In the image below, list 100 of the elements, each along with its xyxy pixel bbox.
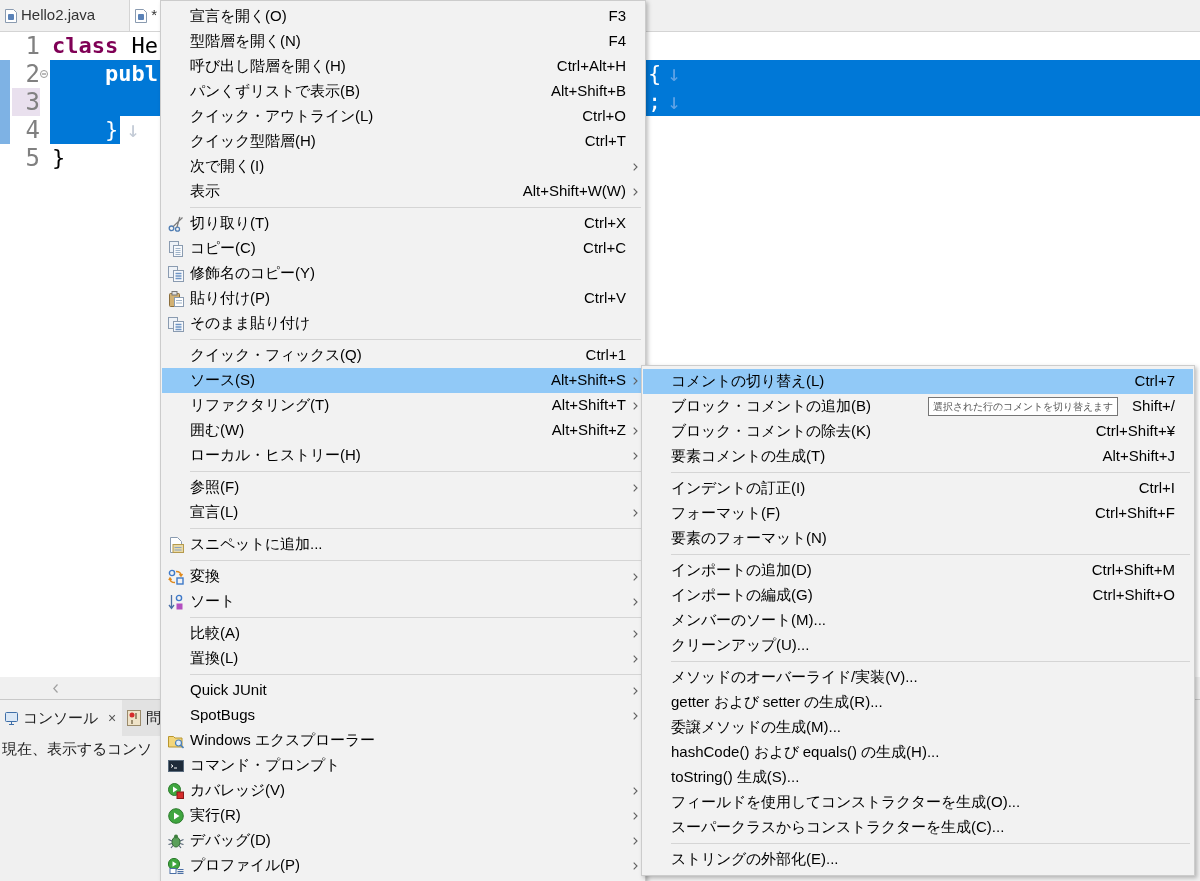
scissors-icon: [168, 215, 184, 232]
menu-item[interactable]: 委譲メソッドの生成(M)...: [643, 715, 841, 740]
shortcut-text: Ctrl+C: [583, 238, 626, 259]
shortcut-text: Ctrl+Shift+O: [1092, 585, 1175, 606]
menu-item[interactable]: 変換: [162, 564, 220, 589]
page-icon: [168, 536, 184, 553]
play-icon: [168, 807, 184, 824]
menu-item[interactable]: クリーンアップ(U)...: [643, 633, 810, 658]
copy-icon: [168, 240, 184, 257]
menu-item[interactable]: 参照(F): [162, 475, 240, 500]
menu-item[interactable]: 呼び出し階層を開く(H): [162, 54, 346, 79]
menu-item[interactable]: 実行(R): [162, 803, 241, 828]
menu-item[interactable]: Quick JUnit: [162, 678, 267, 703]
shortcut-text: Ctrl+1: [585, 345, 626, 366]
menu-item[interactable]: ローカル・ヒストリー(H): [162, 443, 361, 468]
play-list-icon: [168, 857, 184, 874]
code-text: ;: [648, 88, 662, 116]
shortcut-text: Alt+Shift+B: [550, 81, 626, 102]
menu-item[interactable]: ソース(S) Alt+Shift+S: [162, 368, 644, 393]
line-number: 2: [24, 60, 40, 88]
menu-item[interactable]: カバレッジ(V): [162, 778, 285, 803]
menu-item[interactable]: コピー(C): [162, 236, 256, 261]
menu-item[interactable]: 貼り付け(P): [162, 286, 270, 311]
close-button[interactable]: ×: [108, 707, 117, 729]
scroll-left-icon[interactable]: [53, 683, 58, 693]
shortcut-text: Ctrl+Shift+¥: [1095, 421, 1175, 442]
menu-item[interactable]: スーパークラスからコンストラクターを生成(C)...: [643, 815, 1005, 840]
menu-item[interactable]: メンバーのソート(M)...: [643, 608, 826, 633]
menu-item[interactable]: toString() 生成(S)...: [643, 765, 800, 790]
coverage-icon: [168, 782, 184, 799]
menu-item[interactable]: インデントの訂正(I): [643, 476, 806, 501]
menu-item[interactable]: クイック・フィックス(Q): [162, 343, 362, 368]
menu-item[interactable]: デバッグ(D): [162, 828, 271, 853]
menu-item[interactable]: 修飾名のコピー(Y): [162, 261, 315, 286]
menu-item[interactable]: フィールドを使用してコンストラクターを生成(O)...: [643, 790, 1021, 815]
menu-item[interactable]: そのまま貼り付け: [162, 311, 310, 336]
shortcut-text: Alt+Shift+W(W): [522, 181, 626, 202]
menu-item[interactable]: リファクタリング(T): [162, 393, 330, 418]
menu-item[interactable]: getter および setter の生成(R)...: [643, 690, 883, 715]
menu-item[interactable]: ブロック・コメントの除去(K): [643, 419, 871, 444]
menu-item[interactable]: ソート: [162, 589, 235, 614]
shortcut-text: Ctrl+Shift+M: [1091, 560, 1175, 581]
bug-icon: [168, 832, 184, 849]
menu-item[interactable]: ストリングの外部化(E)...: [643, 847, 839, 872]
line-number: 1: [24, 32, 40, 60]
copy-icon: [168, 265, 184, 282]
shortcut-text: Ctrl+O: [582, 106, 626, 127]
menu-item[interactable]: 表示: [162, 179, 220, 204]
collapse-icon[interactable]: [40, 70, 48, 78]
code-text: }: [104, 116, 119, 144]
menu-item[interactable]: パンくずリストで表示(B): [162, 79, 360, 104]
menu-item[interactable]: プロファイル(P): [162, 853, 300, 878]
shortcut-text: Ctrl+Alt+H: [556, 56, 626, 77]
shortcut-text: Ctrl+7: [1134, 371, 1175, 392]
menu-item[interactable]: コマンド・プロンプト: [162, 753, 340, 778]
menu-item[interactable]: 比較(A): [162, 621, 240, 646]
menu-item[interactable]: インポートの編成(G): [643, 583, 813, 608]
line-number: 5: [24, 144, 40, 172]
monitor-icon: [5, 711, 18, 725]
menu-item[interactable]: 宣言(L): [162, 500, 239, 525]
menu-item[interactable]: 宣言を開く(O): [162, 4, 287, 29]
menu-item[interactable]: hashCode() および equals() の生成(H)...: [643, 740, 940, 765]
menu-item[interactable]: 次で開く(I): [162, 154, 265, 179]
sort-icon: [168, 593, 184, 610]
shortcut-text: Shift+/: [1132, 396, 1175, 417]
code-text: class: [52, 32, 119, 60]
menu-item[interactable]: クイック・アウトライン(L): [162, 104, 374, 129]
line-end-marker: ↓: [126, 116, 140, 144]
menu-item[interactable]: 型階層を開く(N): [162, 29, 301, 54]
menu-item[interactable]: 置換(L): [162, 646, 239, 671]
code-text: }: [52, 144, 66, 172]
menu-item[interactable]: インポートの追加(D): [643, 558, 812, 583]
file-icon: [5, 8, 17, 23]
menu-item[interactable]: メソッドのオーバーライド/実装(V)...: [643, 665, 918, 690]
clipboard-icon: [168, 290, 184, 307]
shortcut-text: Ctrl+V: [583, 288, 626, 309]
menu-item[interactable]: スニペットに追加...: [162, 532, 323, 557]
shortcut-text: Alt+Shift+J: [1102, 446, 1175, 467]
line-number: 4: [24, 116, 40, 144]
menu-item[interactable]: コメントの切り替え(L) Ctrl+7: [643, 369, 1193, 394]
menu-item[interactable]: ブロック・コメントの追加(B): [643, 394, 871, 419]
file-icon: [135, 8, 148, 23]
tooltip: 選択された行のコメントを切り替えます: [928, 397, 1118, 416]
menu-item[interactable]: クイック型階層(H): [162, 129, 316, 154]
shortcut-text: F4: [608, 31, 626, 52]
code-text: publ: [104, 60, 158, 88]
menu-item[interactable]: 要素コメントの生成(T): [643, 444, 826, 469]
menu-item[interactable]: 囲む(W): [162, 418, 245, 443]
menu-item[interactable]: フォーマット(F): [643, 501, 781, 526]
shortcut-text: F3: [608, 6, 626, 27]
shortcut-text: Ctrl+Shift+F: [1094, 503, 1175, 524]
code-text: He: [131, 32, 158, 60]
line-number: 3: [12, 88, 40, 116]
line-end-marker: ↓: [667, 88, 681, 116]
shortcut-text: Alt+Shift+S: [550, 370, 626, 391]
menu-item[interactable]: 要素のフォーマット(N): [643, 526, 827, 551]
change-marker: [0, 60, 10, 88]
shortcut-text: Alt+Shift+Z: [551, 420, 626, 441]
shortcut-text: Ctrl+X: [583, 213, 626, 234]
menu-item[interactable]: 切り取り(T): [162, 211, 270, 236]
